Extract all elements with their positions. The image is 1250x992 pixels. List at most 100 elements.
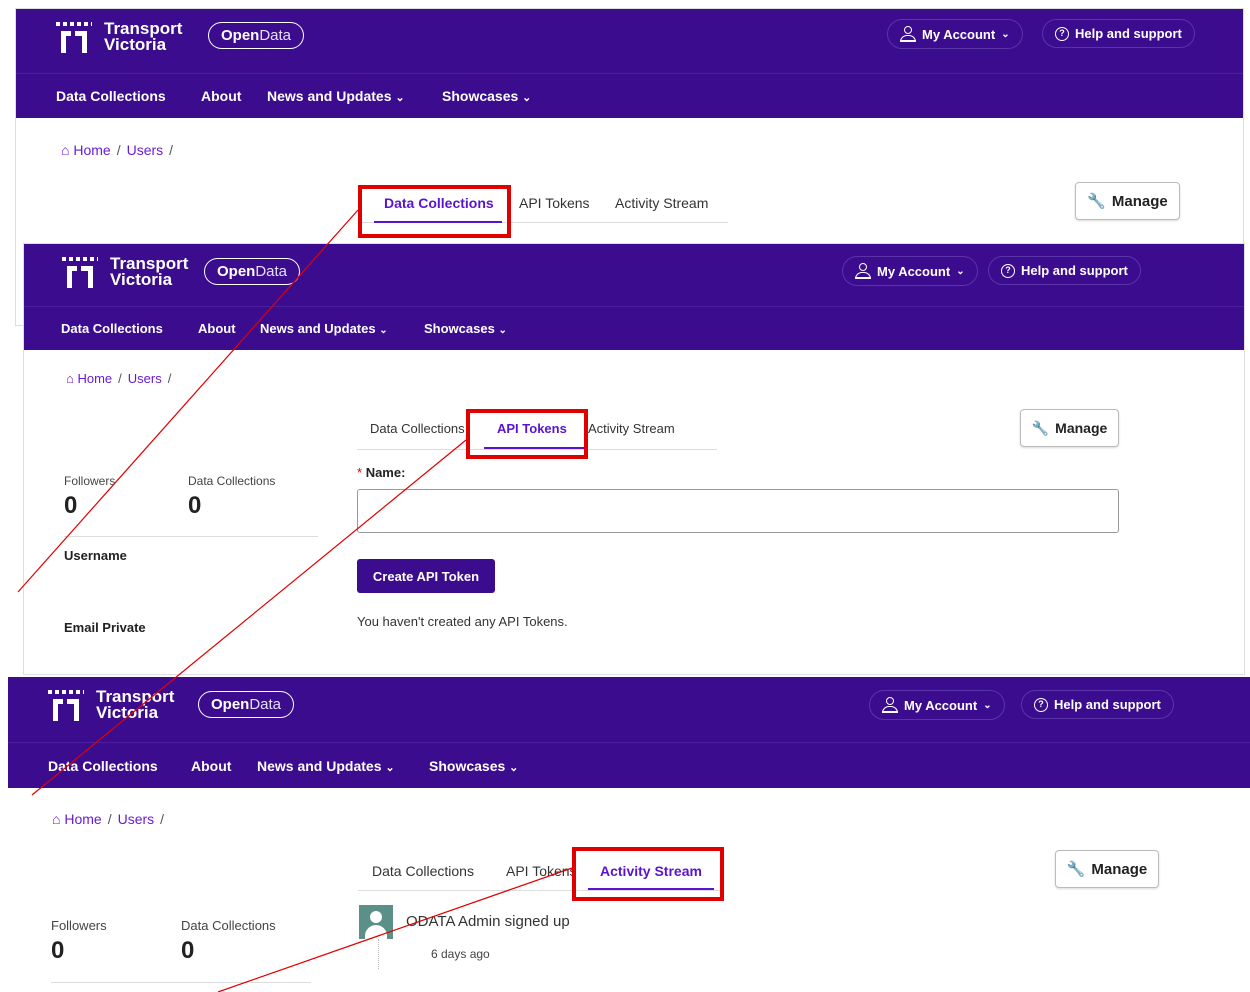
nav-news-updates[interactable]: News and Updates ⌄	[267, 88, 405, 104]
opendata-light: Data	[249, 696, 282, 713]
create-api-token-button[interactable]: Create API Token	[357, 559, 495, 593]
chevron-down-icon: ⌄	[983, 699, 992, 711]
breadcrumb: ⌂ Home / Users /	[66, 371, 177, 386]
nav-about[interactable]: About	[191, 758, 231, 774]
user-icon	[900, 26, 916, 42]
breadcrumb: ⌂ Home / Users /	[61, 142, 179, 158]
question-icon: ?	[1055, 26, 1069, 41]
tab-api-tokens[interactable]: API Tokens	[519, 195, 590, 211]
user-avatar[interactable]	[359, 905, 393, 939]
user-icon	[882, 697, 898, 713]
nav-data-collections[interactable]: Data Collections	[48, 758, 158, 774]
nav-data-collections[interactable]: Data Collections	[56, 88, 166, 104]
data-collections-label: Data Collections	[188, 474, 276, 488]
nav-showcases[interactable]: Showcases ⌄	[442, 88, 531, 104]
tab-data-collections[interactable]: Data Collections	[372, 863, 474, 879]
manage-button[interactable]: 🔧 Manage	[1075, 182, 1180, 220]
tab-activity-stream[interactable]: Activity Stream	[615, 195, 708, 211]
user-icon	[855, 263, 871, 279]
opendata-badge[interactable]: OpenData	[208, 22, 305, 49]
tab-activity-stream[interactable]: Activity Stream	[588, 421, 675, 436]
transport-victoria-logo[interactable]: Transport Victoria	[62, 255, 188, 289]
nav-news-label: News and Updates	[257, 758, 382, 774]
wrench-icon: 🔧	[1031, 419, 1050, 436]
brand-line-2: Victoria	[96, 703, 159, 722]
nav-news-updates[interactable]: News and Updates ⌄	[260, 321, 388, 336]
chevron-down-icon: ⌄	[379, 325, 388, 336]
help-support-label: Help and support	[1021, 263, 1128, 278]
nav-about[interactable]: About	[198, 321, 236, 336]
chevron-down-icon: ⌄	[385, 762, 395, 774]
site-header: Transport Victoria OpenData My Account ⌄ …	[24, 244, 1244, 306]
nav-showcases[interactable]: Showcases ⌄	[424, 321, 507, 336]
nav-data-collections[interactable]: Data Collections	[61, 321, 163, 336]
data-collections-count: 0	[181, 937, 195, 964]
nav-news-label: News and Updates	[267, 88, 392, 104]
followers-label: Followers	[51, 918, 107, 933]
site-header: Transport Victoria OpenData My Account ⌄ …	[8, 677, 1250, 742]
nav-showcases-label: Showcases	[442, 88, 519, 104]
name-input[interactable]	[357, 489, 1119, 533]
breadcrumb-users[interactable]: Users	[128, 371, 162, 386]
help-support-button[interactable]: ? Help and support	[1021, 690, 1174, 719]
site-header: Transport Victoria OpenData My Account ⌄ …	[16, 9, 1243, 73]
chevron-down-icon: ⌄	[395, 92, 405, 104]
followers-count: 0	[64, 492, 78, 519]
opendata-badge[interactable]: OpenData	[198, 691, 295, 718]
activity-timeline-line	[378, 939, 379, 969]
breadcrumb-users[interactable]: Users	[127, 142, 164, 158]
manage-label: Manage	[1111, 192, 1168, 210]
my-account-label: My Account	[922, 26, 996, 42]
breadcrumb-sep: /	[160, 811, 165, 827]
transport-victoria-logo[interactable]: Transport Victoria	[56, 20, 182, 54]
breadcrumb-home[interactable]: Home	[64, 811, 101, 827]
email-private-label: Email Private	[64, 620, 146, 635]
breadcrumb-users[interactable]: Users	[118, 811, 155, 827]
manage-button[interactable]: 🔧 Manage	[1055, 850, 1159, 888]
name-label-text: Name:	[365, 465, 406, 480]
tv-logo-icon	[62, 257, 98, 288]
followers-label: Followers	[64, 474, 116, 488]
nav-about[interactable]: About	[201, 88, 241, 104]
chevron-down-icon: ⌄	[498, 325, 507, 336]
tv-logo-icon	[48, 690, 84, 721]
nav-showcases[interactable]: Showcases ⌄	[429, 758, 518, 774]
nav-news-updates[interactable]: News and Updates ⌄	[257, 758, 395, 774]
followers-count: 0	[51, 937, 65, 964]
my-account-button[interactable]: My Account ⌄	[887, 19, 1023, 49]
home-icon: ⌂	[61, 142, 70, 158]
my-account-button[interactable]: My Account ⌄	[869, 690, 1005, 720]
home-icon: ⌂	[52, 811, 61, 827]
breadcrumb-home[interactable]: Home	[73, 142, 110, 158]
opendata-badge[interactable]: OpenData	[204, 258, 301, 285]
breadcrumb-home[interactable]: Home	[77, 371, 112, 386]
brand-line-2: Victoria	[110, 270, 173, 289]
help-support-label: Help and support	[1054, 697, 1161, 712]
chevron-down-icon: ⌄	[1001, 28, 1010, 40]
tab-api-tokens[interactable]: API Tokens	[506, 863, 577, 879]
data-collections-count: 0	[188, 492, 202, 519]
manage-label: Manage	[1055, 420, 1108, 436]
transport-victoria-logo[interactable]: Transport Victoria	[48, 688, 174, 722]
opendata-light: Data	[259, 27, 292, 44]
breadcrumb-sep: /	[107, 811, 112, 827]
breadcrumb-sep: /	[116, 142, 121, 158]
my-account-label: My Account	[904, 697, 978, 713]
my-account-button[interactable]: My Account ⌄	[842, 256, 978, 286]
manage-button[interactable]: 🔧 Manage	[1020, 409, 1119, 447]
opendata-bold: Open	[221, 27, 260, 44]
chevron-down-icon: ⌄	[522, 92, 532, 104]
tab-data-collections[interactable]: Data Collections	[370, 421, 465, 436]
highlight-activity-stream-tab	[572, 847, 724, 901]
main-nav: Data Collections About News and Updates …	[24, 306, 1244, 350]
highlight-api-tokens-tab	[466, 409, 588, 459]
required-mark: *	[357, 465, 363, 480]
help-support-button[interactable]: ? Help and support	[1042, 19, 1195, 48]
chevron-down-icon: ⌄	[956, 265, 965, 277]
brand-line-2: Victoria	[104, 35, 167, 54]
nav-showcases-label: Showcases	[429, 758, 506, 774]
nav-news-label: News and Updates	[260, 321, 376, 336]
help-support-button[interactable]: ? Help and support	[988, 256, 1141, 285]
breadcrumb-sep: /	[169, 142, 174, 158]
breadcrumb-sep: /	[167, 371, 172, 386]
